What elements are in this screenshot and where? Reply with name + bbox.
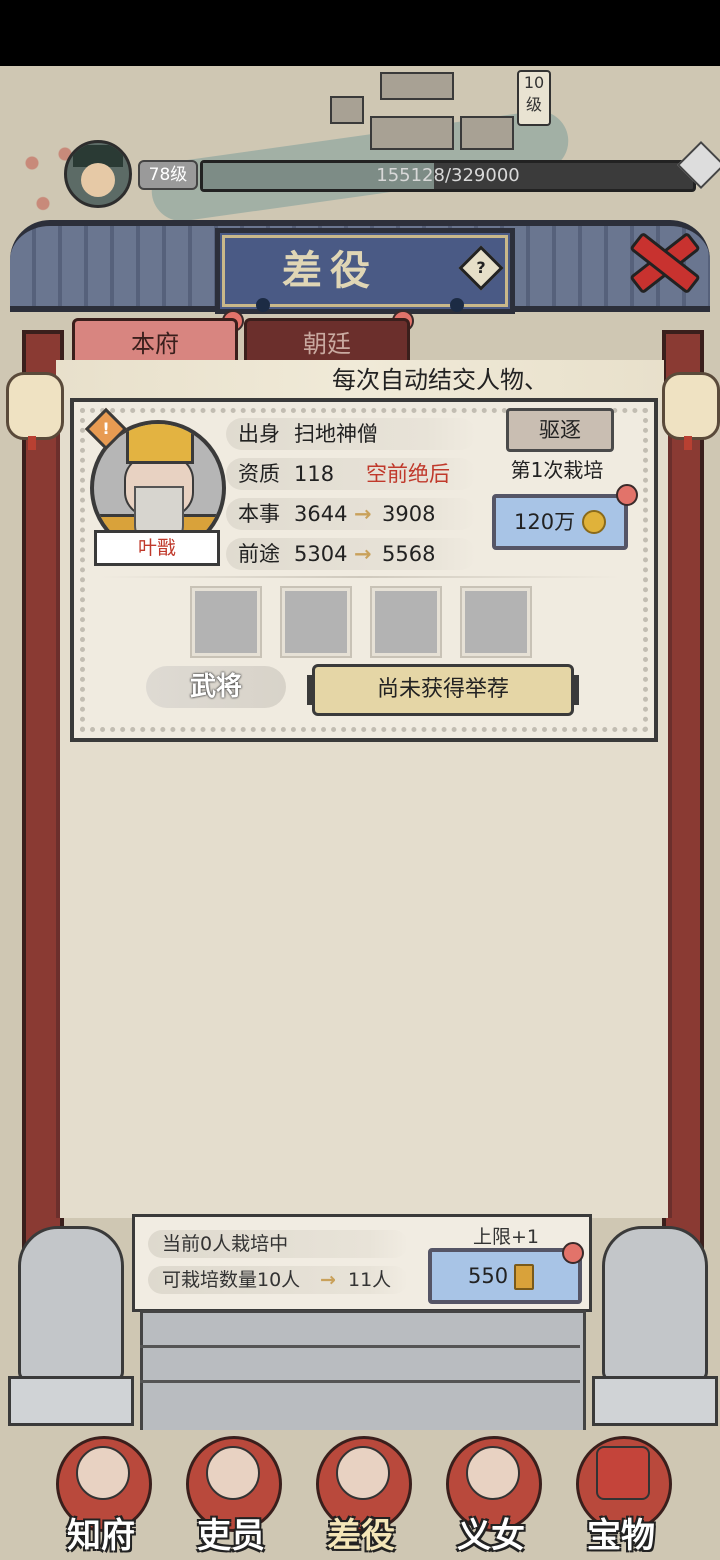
player-avatar[interactable] — [64, 140, 132, 208]
nav-item-prefect[interactable]: 知府 — [46, 1436, 156, 1556]
map-house — [330, 96, 364, 124]
role-tag: 武将 — [146, 666, 286, 708]
stat-label: 前途 — [238, 542, 280, 566]
lion-pedestal — [592, 1376, 718, 1426]
capacity-text: 可栽培数量10人 — [162, 1269, 301, 1291]
limit-label: 上限+1 — [472, 1226, 539, 1248]
nav-item-clerks[interactable]: 吏员 — [176, 1436, 286, 1556]
exclamation-icon: ! — [102, 419, 110, 438]
nav-label: 知府 — [67, 1516, 135, 1556]
capacity-row: 可栽培数量10人 → 11人 — [148, 1266, 408, 1294]
nav-label: 吏员 — [197, 1516, 265, 1556]
stat-next-value: 3908 — [382, 502, 436, 526]
stat-prospect: 前途 5304 → 5568 — [226, 538, 476, 570]
nav-item-treasures[interactable]: 宝物 — [566, 1436, 676, 1556]
stat-label: 资质 — [238, 462, 280, 486]
notification-dot — [616, 484, 638, 506]
stone-steps — [140, 1310, 586, 1436]
lantern-icon — [6, 372, 64, 440]
rope-knot — [450, 298, 464, 312]
arrow-icon: → — [354, 502, 372, 526]
divider — [100, 576, 620, 578]
item-slot[interactable] — [370, 586, 442, 658]
game-screen: 10级 78级 155128/329000 差役 ? 本府 朝廷 每次自动结交人… — [0, 0, 720, 1560]
close-button[interactable] — [624, 224, 701, 295]
stat-aptitude: 资质 118 空前绝后 — [226, 458, 476, 490]
stat-value: 3644 — [294, 502, 348, 526]
limit-cost: 550 — [468, 1264, 509, 1288]
clerk-icon — [206, 1446, 260, 1500]
question-mark-icon: ? — [476, 258, 486, 277]
map-house — [370, 116, 454, 150]
stone-lion-icon — [18, 1226, 124, 1382]
increase-limit-button[interactable]: 550 — [428, 1248, 582, 1304]
item-slot[interactable] — [460, 586, 532, 658]
xp-bar: 155128/329000 — [200, 160, 696, 192]
scrolling-notice: 每次自动结交人物、 — [56, 360, 664, 400]
item-slot[interactable] — [190, 586, 262, 658]
arrow-icon: → — [320, 1269, 336, 1291]
page-title: 差役 — [282, 247, 378, 294]
stat-origin: 出身 扫地神僧 — [226, 418, 476, 450]
lantern-tassel — [28, 436, 36, 450]
stat-label: 本事 — [238, 502, 280, 526]
capacity-next: 11人 — [348, 1269, 392, 1291]
coin-icon — [582, 510, 606, 534]
stat-skill: 本事 3644 → 3908 — [226, 498, 476, 530]
cultivate-count: 第1次栽培 — [510, 458, 604, 482]
rope-knot — [256, 298, 270, 312]
aptitude-rank: 空前绝后 — [366, 462, 450, 486]
scrolling-notice-text: 每次自动结交人物、 — [332, 366, 548, 394]
stat-next-value: 5568 — [382, 542, 436, 566]
item-slot[interactable] — [280, 586, 352, 658]
step-edge — [140, 1345, 580, 1348]
player-level: 78级 — [138, 160, 198, 190]
step-edge — [140, 1380, 580, 1383]
status-bar — [0, 0, 720, 66]
notification-dot — [562, 1242, 584, 1264]
hat — [126, 424, 194, 464]
lion-pedestal — [8, 1376, 134, 1426]
current-cultivating-text: 当前0人栽培中 — [162, 1233, 289, 1255]
stone-lion-icon — [602, 1226, 708, 1382]
nav-label: 宝物 — [587, 1516, 655, 1556]
current-cultivating: 当前0人栽培中 — [148, 1230, 408, 1258]
nav-item-officers[interactable]: 差役 — [306, 1436, 416, 1556]
daughter-icon — [466, 1446, 520, 1500]
prefect-icon — [76, 1446, 130, 1500]
arrow-icon: → — [354, 542, 372, 566]
cultivate-cost: 120万 — [514, 510, 576, 534]
stat-value: 5304 — [294, 542, 348, 566]
treasure-icon — [596, 1446, 650, 1500]
ticket-icon — [514, 1264, 534, 1290]
stat-value: 扫地神僧 — [294, 422, 378, 446]
stat-value: 118 — [294, 462, 335, 486]
nav-label: 义女 — [457, 1516, 525, 1556]
map-house — [460, 116, 514, 150]
lantern-icon — [662, 372, 720, 440]
xp-text: 155128/329000 — [376, 165, 520, 186]
cultivate-button[interactable]: 120万 — [492, 494, 628, 550]
nav-item-daughters[interactable]: 义女 — [436, 1436, 546, 1556]
nav-label: 差役 — [327, 1516, 395, 1556]
map-level-marker[interactable]: 10级 — [517, 70, 551, 126]
expel-button[interactable]: 驱逐 — [506, 408, 614, 452]
map-house — [380, 72, 454, 100]
lantern-tassel — [684, 436, 692, 450]
officer-name: 叶戬 — [94, 530, 220, 566]
face-icon — [81, 163, 115, 197]
recommend-button[interactable]: 尚未获得举荐 — [307, 664, 579, 716]
officer-icon — [336, 1446, 390, 1500]
stat-label: 出身 — [238, 422, 280, 446]
